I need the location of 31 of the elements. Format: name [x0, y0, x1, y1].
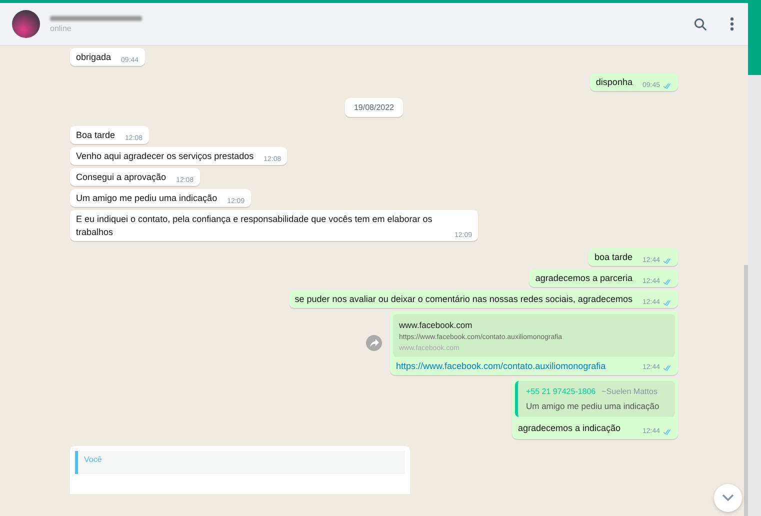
double-check-icon	[663, 258, 672, 264]
quote-author: +55 21 97425-1806	[526, 387, 596, 396]
preview-title: www.facebook.com	[399, 320, 474, 330]
message-text: Consegui a aprovação	[76, 171, 166, 184]
message-text: agradecemos a indicação	[518, 422, 622, 435]
search-icon[interactable]	[693, 16, 708, 32]
message-link[interactable]: https://www.facebook.com/contato.auxiliomonografia	[396, 361, 606, 371]
message-text: E eu indiquei o contato, pela confiança e responsabilidade que vocês tem em elaborar os trabalhos	[76, 213, 434, 239]
message-text: se puder nos avaliar ou deixar o comentário nas nossas redes sociais, agradecemos	[294, 293, 632, 306]
message-text: agradecemos a parceria	[535, 272, 632, 285]
quote-author: Você	[84, 455, 102, 464]
quoted-message[interactable]: +55 21 97425-1806 ~Suelen Mattos Um amigo me pediu uma indicação	[515, 381, 675, 417]
message-text: obrigada	[76, 51, 112, 64]
quote-text: Um amigo me pediu uma indicação	[526, 401, 660, 411]
double-check-icon	[663, 364, 672, 370]
chevron-down-icon	[722, 494, 734, 502]
double-check-icon	[663, 300, 672, 306]
message-text: Um amigo me pediu uma indicação	[76, 192, 218, 205]
message-text: Boa tarde	[76, 129, 116, 142]
contact-status: online	[50, 24, 72, 32]
double-check-icon	[663, 82, 672, 88]
quote-name: ~Suelen Mattos	[602, 387, 658, 396]
double-check-icon	[663, 278, 672, 284]
contact-avatar[interactable]	[12, 10, 40, 38]
message-text: Venho aqui agradecer os serviços prestados	[76, 150, 254, 163]
scrollbar-thumb[interactable]	[744, 265, 748, 516]
double-check-icon	[663, 428, 672, 434]
message-text: boa tarde	[594, 251, 632, 264]
menu-icon[interactable]	[730, 17, 734, 31]
message-text: disponha	[596, 76, 632, 89]
date-label: 19/08/2022	[344, 98, 404, 117]
